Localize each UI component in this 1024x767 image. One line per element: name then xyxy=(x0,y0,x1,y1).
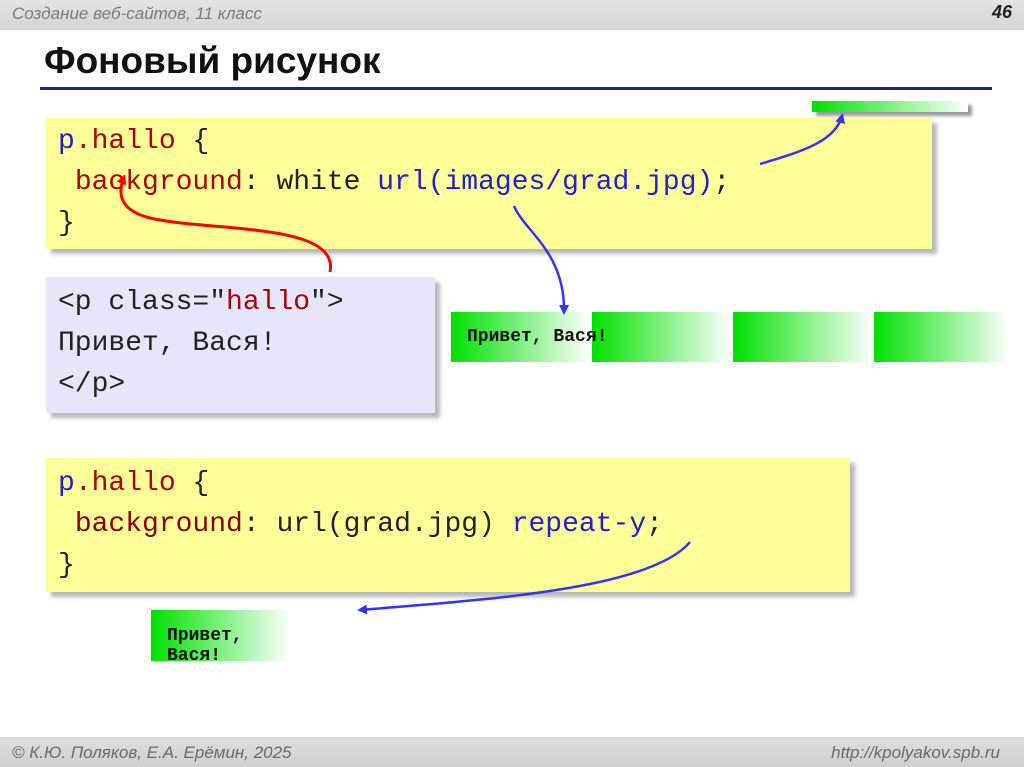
css1-property: background xyxy=(74,167,243,198)
gradient-tile-2 xyxy=(592,312,732,362)
css2-semicolon: ; xyxy=(646,509,663,540)
demo-repeat-x: Привет, Вася! xyxy=(451,312,1010,363)
css1-value-white: white xyxy=(259,167,378,198)
css2-line-2: background: url(grad.jpg) repeat-y; xyxy=(58,504,850,545)
css2-selector-class: .hallo xyxy=(74,468,176,499)
css1-selector-tag: p xyxy=(58,126,75,157)
css2-value-url: url(grad.jpg) xyxy=(259,509,512,540)
gradient-sample-bar xyxy=(812,101,968,112)
css-code-block-2: p.hallo { background: url(grad.jpg) repe… xyxy=(46,458,850,592)
css1-line-2: background: white url(images/grad.jpg); xyxy=(58,162,932,203)
css2-line-1: p.hallo { xyxy=(58,463,850,504)
css2-property: background xyxy=(74,509,243,540)
html-class-value: hallo xyxy=(226,287,311,318)
html-close-tag: </p> xyxy=(58,369,126,400)
css1-close-brace: } xyxy=(58,208,75,239)
css1-selector-class: .hallo xyxy=(74,126,176,157)
css-code-block-1: p.hallo { background: white url(images/g… xyxy=(46,118,932,249)
html-open-tag-start: <p class=" xyxy=(58,287,227,318)
css2-open-brace: { xyxy=(175,468,210,499)
footer-site-link[interactable]: http://kpolyakov.spb.ru xyxy=(831,743,1000,763)
demo-1-text: Привет, Вася! xyxy=(467,327,608,347)
css2-close-brace: } xyxy=(58,550,75,581)
css2-selector-tag: p xyxy=(58,468,75,499)
css1-value-url: url(images/grad.jpg) xyxy=(377,167,714,198)
html-code-block: <p class="hallo"> Привет, Вася! </p> xyxy=(46,277,435,413)
course-title: Создание веб-сайтов, 11 класс xyxy=(12,4,262,23)
html-text-content: Привет, Вася! xyxy=(58,328,277,359)
css1-line-1: p.hallo { xyxy=(58,121,932,162)
css1-colon: : xyxy=(242,167,260,198)
css2-value-repeat: repeat-y xyxy=(511,509,647,540)
html-open-tag-end: "> xyxy=(310,287,344,318)
gradient-tile-4 xyxy=(874,312,1010,362)
css1-semicolon: ; xyxy=(713,167,731,198)
css1-open-brace: { xyxy=(175,126,210,157)
demo-2-text: Привет, Вася! xyxy=(167,626,243,666)
footer-authors: © К.Ю. Поляков, Е.А. Ерёмин, 2025 xyxy=(12,743,292,762)
demo-repeat-y: Привет, Вася! xyxy=(151,610,291,666)
header-bar: Создание веб-сайтов, 11 класс 46 xyxy=(0,0,1024,30)
html-line-1: <p class="hallo"> xyxy=(58,282,435,323)
page-number: 46 xyxy=(991,2,1012,22)
title-underline xyxy=(40,87,992,90)
gradient-tile-3 xyxy=(733,312,873,362)
footer-bar: © К.Ю. Поляков, Е.А. Ерёмин, 2025 http:/… xyxy=(0,737,1024,767)
css2-colon: : xyxy=(242,509,260,540)
slide-title: Фоновый рисунок xyxy=(44,40,381,81)
